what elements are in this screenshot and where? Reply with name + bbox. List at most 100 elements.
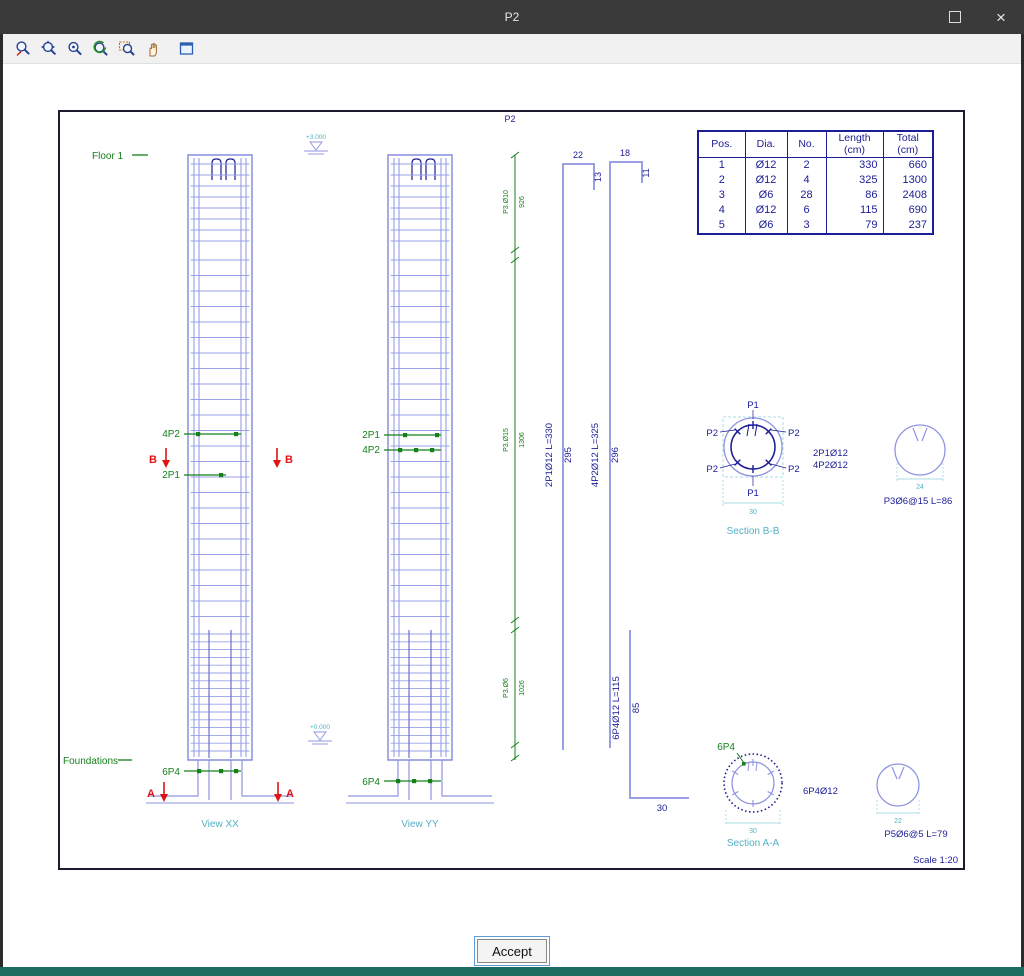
cell-dia: Ø12 [744, 203, 787, 219]
foundations-label: Foundations [63, 756, 118, 767]
zone2-value: 1306 [519, 432, 526, 448]
header-dia: Dia. [744, 131, 787, 159]
cell-pos: 1 [718, 159, 725, 172]
p2-label-right-top: P2 [788, 428, 800, 439]
stirrup-a-dim: 22 [894, 818, 902, 825]
p2-label-right-bottom: P2 [788, 464, 800, 475]
section-b-title: Section B-B [727, 526, 780, 537]
cell-no: 28 [786, 188, 826, 204]
view-yy-label: View YY [401, 819, 439, 830]
toolbar [3, 34, 1021, 64]
preview-icon[interactable] [177, 39, 197, 59]
section-a-letter-right: A [286, 788, 294, 800]
datum-top-value: +3.000 [306, 134, 326, 141]
bar2-label: 4P2Ø12 L=325 [590, 423, 601, 487]
cell-length: 115 [825, 203, 883, 219]
accept-button[interactable]: Accept [474, 936, 550, 966]
cell-no: 3 [786, 218, 826, 235]
bottom-accent-bar [0, 967, 1024, 976]
table-row: 1 Ø12 2 330 660 [698, 157, 933, 174]
marker-2p1: 2P1 [362, 430, 380, 441]
zone3-label: P3.Ø6 [503, 678, 510, 698]
drawing-viewport: P2 Floor 1 Foundations +3.000 +0.000 Vie… [3, 64, 1021, 967]
cell-length: 330 [825, 157, 883, 174]
section-b-letter-right: B [285, 454, 293, 466]
bar2-hook-dim: 11 [641, 168, 651, 177]
cell-pos: 2 [718, 174, 725, 187]
zoom-refresh-icon[interactable] [91, 39, 111, 59]
section-a-title: Section A-A [727, 838, 780, 849]
section-a-dim: 30 [749, 828, 757, 835]
zoom-observer-icon[interactable] [65, 39, 85, 59]
section-a-tag: 6P4 [717, 742, 735, 753]
cell-dia: Ø12 [744, 157, 787, 174]
datum-bottom-value: +0.000 [310, 724, 330, 731]
floor-label: Floor 1 [92, 151, 124, 162]
bar1-label: 2P1Ø12 L=330 [544, 423, 555, 487]
cell-total: 1300 [882, 173, 933, 189]
section-b-note-2: 4P2Ø12 [813, 460, 848, 471]
bar2-top-dim: 18 [620, 148, 630, 158]
cell-no: 2 [786, 157, 826, 174]
zone1-value: 926 [519, 196, 526, 208]
bar2-length-dim: 296 [610, 447, 621, 463]
scale-note: Scale 1:20 [913, 855, 958, 866]
cell-pos: 3 [718, 189, 725, 202]
title-bar: P2 × [0, 0, 1024, 34]
cell-no: 6 [786, 203, 826, 219]
maximize-button[interactable] [932, 0, 978, 34]
table-row: 3 Ø6 28 86 2408 [698, 188, 933, 204]
cell-total: 690 [882, 203, 933, 219]
zoom-extents-icon[interactable] [39, 39, 59, 59]
marker-6p4: 6P4 [162, 767, 180, 778]
zoom-dynamic-icon[interactable] [13, 39, 33, 59]
cell-dia: Ø6 [744, 188, 787, 204]
bar1-hook-dim: 13 [593, 172, 603, 182]
section-b-letter-left: B [149, 454, 157, 466]
window-title: P2 [504, 10, 520, 24]
stirrup-b-label: P3Ø6@15 L=86 [884, 496, 953, 507]
section-b-dim: 30 [749, 509, 757, 516]
table-row: 4 Ø12 6 115 690 [698, 203, 933, 219]
table-header-row: Pos. Dia. No. Length (cm) Total (cm) [698, 131, 933, 159]
section-a-letter-left: A [147, 788, 155, 800]
cell-length: 325 [825, 173, 883, 189]
close-button[interactable]: × [978, 0, 1024, 34]
close-icon: × [996, 7, 1006, 27]
cell-dia: Ø12 [744, 173, 787, 189]
marker-6p4: 6P4 [362, 777, 380, 788]
marker-4p2: 4P2 [162, 429, 180, 440]
zone1-label: P3.Ø10 [503, 190, 510, 214]
bar3-label: 6P4Ø12 L=115 [611, 676, 622, 739]
header-length: Length (cm) [825, 131, 883, 159]
cell-total: 2408 [882, 188, 933, 204]
p1-label-top: P1 [747, 400, 759, 411]
rebar-schedule-table: Pos. Dia. No. Length (cm) Total (cm) 1 Ø… [697, 130, 934, 236]
cell-dia: Ø6 [744, 218, 787, 235]
cell-pos: 4 [718, 204, 725, 217]
section-b-note-1: 2P1Ø12 [813, 448, 848, 459]
p2-label-left-top: P2 [706, 428, 718, 439]
cell-length: 79 [825, 218, 883, 235]
bar1-length-dim: 295 [563, 447, 574, 463]
marker-2p1: 2P1 [162, 470, 180, 481]
view-xx-label: View XX [201, 819, 239, 830]
table-row: 5 Ø6 3 79 237 [698, 218, 933, 235]
maximize-icon [949, 11, 961, 23]
header-total: Total (cm) [882, 131, 933, 159]
app-window: P2 × P2 Floor 1 Foundations +3.000 +0.00… [0, 0, 1024, 976]
p1-label-bottom: P1 [747, 488, 759, 499]
bar3-length-dim: 85 [631, 703, 642, 714]
section-a-note: 6P4Ø12 [803, 786, 838, 797]
zone3-value: 1026 [519, 680, 526, 696]
pan-icon[interactable] [143, 39, 163, 59]
cell-total: 660 [882, 157, 933, 174]
stirrup-a-label: P5Ø6@5 L=79 [884, 829, 947, 840]
stirrup-b-dim: 24 [916, 484, 924, 491]
table-row: 2 Ø12 4 325 1300 [698, 173, 933, 189]
cell-no: 4 [786, 173, 826, 189]
sheet-title: P2 [504, 114, 515, 124]
cell-length: 86 [825, 188, 883, 204]
zoom-window-icon[interactable] [117, 39, 137, 59]
marker-4p2: 4P2 [362, 445, 380, 456]
